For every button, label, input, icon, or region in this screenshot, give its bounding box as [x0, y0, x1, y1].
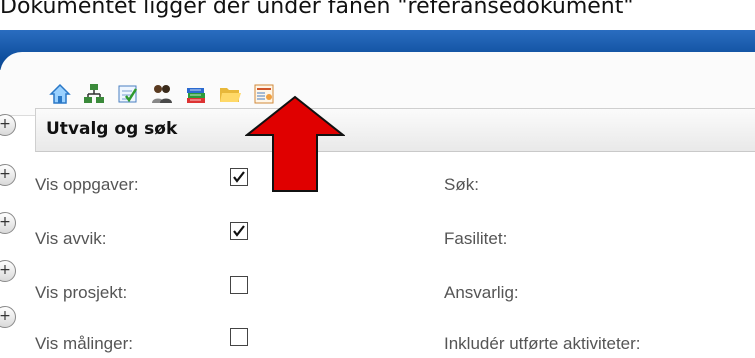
books-icon[interactable]: [184, 82, 208, 106]
label-vis-prosjekt: Vis prosjekt:: [35, 283, 128, 302]
expand-button[interactable]: +: [0, 114, 16, 136]
caption-text: Dokumentet ligger der under fanen "refer…: [0, 0, 634, 19]
folder-icon[interactable]: [218, 82, 242, 106]
red-arrow-annotation: [245, 95, 345, 192]
expand-button[interactable]: +: [0, 164, 16, 186]
panel-header: Utvalg og søk: [35, 108, 755, 152]
home-icon[interactable]: [48, 82, 72, 106]
label-sok: Søk:: [444, 175, 479, 194]
network-icon[interactable]: [82, 82, 106, 106]
label-vis-oppgaver: Vis oppgaver:: [35, 175, 139, 194]
label-vis-malinger: Vis målinger:: [35, 334, 133, 353]
label-fasilitet: Fasilitet:: [444, 229, 508, 248]
label-ansvarlig: Ansvarlig:: [444, 283, 519, 302]
expand-button[interactable]: +: [0, 212, 16, 234]
expand-button[interactable]: +: [0, 306, 16, 328]
checkbox-vis-malinger[interactable]: [230, 328, 248, 346]
checkbox-vis-avvik[interactable]: [230, 222, 248, 240]
side-expanders: + + + + +: [0, 100, 28, 358]
panel-title: Utvalg og søk: [46, 119, 178, 139]
label-inkluder-utforte: Inkludér utførte aktiviteter:: [444, 334, 641, 353]
checkbox-vis-prosjekt[interactable]: [230, 276, 248, 294]
checklist-icon[interactable]: [116, 82, 140, 106]
users-icon[interactable]: [150, 82, 174, 106]
expand-button[interactable]: +: [0, 260, 16, 282]
label-vis-avvik: Vis avvik:: [35, 229, 107, 248]
